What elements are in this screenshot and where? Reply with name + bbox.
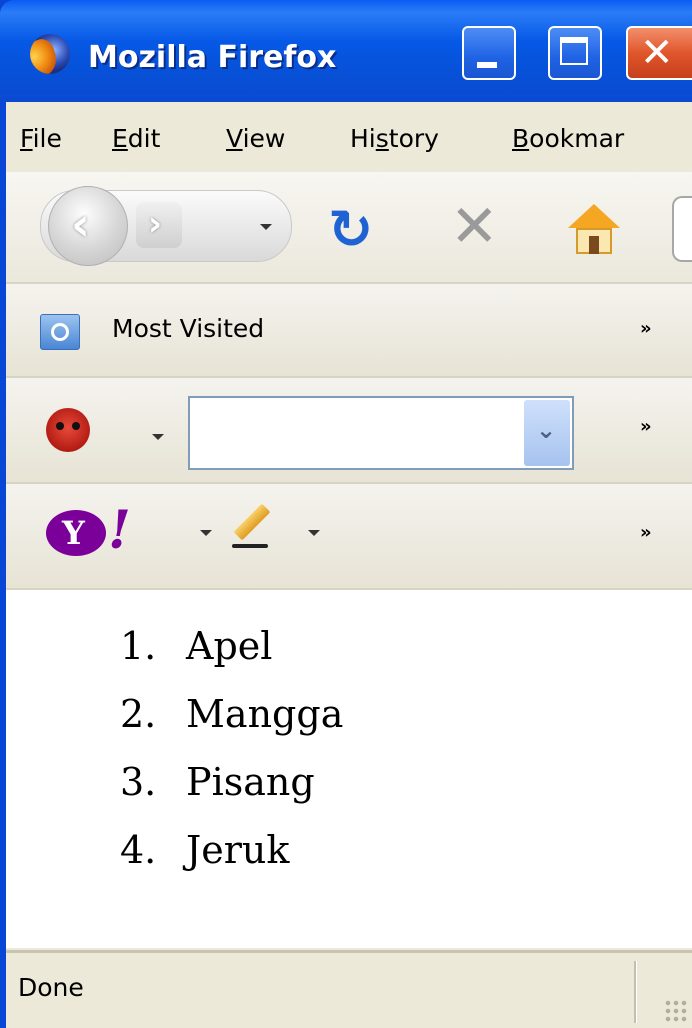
status-divider bbox=[634, 961, 636, 1023]
page-content: 1. Apel 2. Mangga 3. Pisang 4. Jeruk bbox=[6, 590, 692, 948]
search-overflow-chevron[interactable]: » bbox=[640, 416, 652, 437]
bookmarks-overflow-chevron[interactable]: » bbox=[640, 318, 652, 339]
pencil-icon[interactable] bbox=[233, 503, 271, 541]
status-text: Done bbox=[18, 973, 84, 1002]
forward-icon: › bbox=[148, 204, 163, 244]
search-input[interactable] bbox=[196, 406, 520, 462]
maximize-button[interactable] bbox=[548, 26, 602, 80]
list-item-text: Jeruk bbox=[186, 828, 290, 872]
reload-icon[interactable]: ↻ bbox=[328, 198, 373, 261]
browser-window: Mozilla Firefox ✕ File Edit View History… bbox=[0, 0, 692, 1028]
list-item-text: Apel bbox=[186, 624, 273, 668]
menu-file-rest: ile bbox=[32, 124, 62, 153]
history-dropdown-icon[interactable] bbox=[260, 224, 272, 230]
greasemonkey-dropdown-icon[interactable] bbox=[152, 434, 164, 440]
menu-history-rest: tory bbox=[388, 124, 439, 153]
greasemonkey-icon[interactable] bbox=[46, 408, 90, 452]
close-button[interactable]: ✕ bbox=[626, 26, 692, 80]
pencil-underline bbox=[232, 544, 268, 548]
ordered-list: 1. Apel 2. Mangga 3. Pisang 4. Jeruk bbox=[120, 612, 343, 884]
menu-history-pre: Hi bbox=[350, 124, 376, 153]
menu-edit-rest: dit bbox=[127, 124, 161, 153]
bookmark-most-visited[interactable]: Most Visited bbox=[112, 314, 264, 343]
yahoo-logo-icon[interactable]: Y bbox=[46, 510, 106, 556]
minimize-icon bbox=[477, 62, 497, 68]
list-item: 3. Pisang bbox=[120, 748, 343, 816]
menu-file[interactable]: File bbox=[20, 124, 62, 153]
menu-file-accel: F bbox=[20, 124, 33, 153]
window-title: Mozilla Firefox bbox=[88, 40, 337, 75]
menu-history-accel: s bbox=[375, 124, 389, 153]
browser-client-area: File Edit View History Bookmar ‹ › ↻ ✕ M… bbox=[6, 102, 692, 1028]
menu-edit-accel: E bbox=[112, 124, 128, 153]
chevron-down-icon: ⌄ bbox=[536, 416, 557, 444]
yahoo-toolbar: Y ! » bbox=[6, 484, 692, 590]
yahoo-overflow-chevron[interactable]: » bbox=[640, 522, 652, 543]
menu-bookmarks-accel: B bbox=[512, 124, 530, 153]
smart-folder-icon bbox=[40, 314, 80, 350]
menu-edit[interactable]: Edit bbox=[112, 124, 160, 153]
menu-history[interactable]: History bbox=[350, 124, 439, 153]
menu-view[interactable]: View bbox=[226, 124, 285, 153]
search-dropdown-button[interactable]: ⌄ bbox=[524, 400, 570, 466]
resize-grip-icon[interactable] bbox=[664, 999, 688, 1023]
minimize-button[interactable] bbox=[462, 26, 516, 80]
firefox-icon[interactable] bbox=[30, 34, 70, 74]
menu-bar: File Edit View History Bookmar bbox=[6, 102, 692, 173]
list-item: 4. Jeruk bbox=[120, 816, 343, 884]
pencil-dropdown-icon[interactable] bbox=[308, 530, 320, 536]
list-item-number: 3. bbox=[120, 760, 157, 804]
yahoo-logo-text: Y bbox=[62, 514, 85, 552]
list-item: 1. Apel bbox=[120, 612, 343, 680]
search-combobox[interactable]: ⌄ bbox=[188, 396, 574, 470]
yahoo-dropdown-icon[interactable] bbox=[200, 530, 212, 536]
maximize-icon bbox=[560, 37, 588, 65]
back-icon: ‹ bbox=[71, 197, 90, 251]
menu-view-accel: V bbox=[226, 124, 243, 153]
menu-bookmarks-rest: ookmar bbox=[529, 124, 625, 153]
search-toolbar: ⌄ » bbox=[6, 378, 692, 484]
list-item-number: 1. bbox=[120, 624, 157, 668]
title-bar[interactable]: Mozilla Firefox ✕ bbox=[0, 0, 692, 102]
home-icon[interactable] bbox=[568, 204, 620, 228]
list-item-number: 4. bbox=[120, 828, 157, 872]
forward-button[interactable]: › bbox=[136, 202, 182, 248]
home-icon-door bbox=[589, 236, 599, 254]
bookmarks-toolbar: Most Visited » bbox=[6, 284, 692, 378]
close-icon: ✕ bbox=[640, 30, 674, 76]
list-item-text: Pisang bbox=[186, 760, 315, 804]
back-button[interactable]: ‹ bbox=[48, 186, 128, 266]
stop-icon[interactable]: ✕ bbox=[450, 192, 499, 260]
list-item-number: 2. bbox=[120, 692, 157, 736]
url-bar[interactable] bbox=[672, 196, 692, 262]
list-item-text: Mangga bbox=[186, 692, 344, 736]
navigation-toolbar: ‹ › ↻ ✕ bbox=[6, 172, 692, 284]
menu-bookmarks[interactable]: Bookmar bbox=[512, 124, 624, 153]
list-item: 2. Mangga bbox=[120, 680, 343, 748]
menu-view-rest: iew bbox=[242, 124, 286, 153]
yahoo-bang-icon: ! bbox=[108, 500, 131, 561]
status-bar: Done bbox=[6, 950, 692, 1028]
